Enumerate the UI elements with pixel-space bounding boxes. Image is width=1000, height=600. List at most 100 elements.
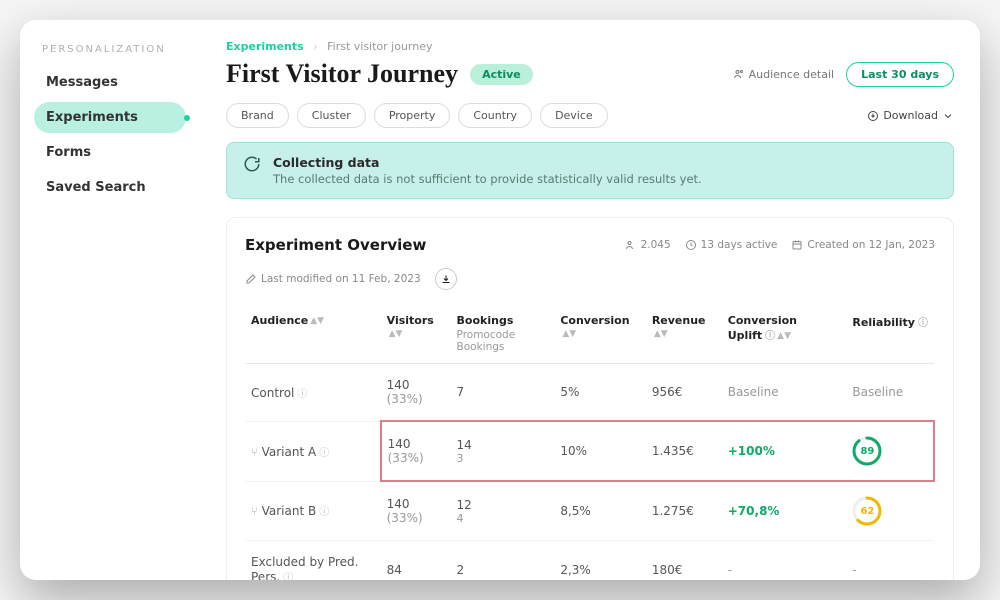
filter-chip-device[interactable]: Device xyxy=(540,103,608,128)
cell-revenue: 180€ xyxy=(646,541,722,581)
loading-icon xyxy=(243,155,261,173)
help-icon: ⓘ xyxy=(765,331,775,342)
active-dot-icon xyxy=(184,115,190,121)
cell-conversion: 8,5% xyxy=(554,481,645,541)
sort-icon: ▲▼ xyxy=(777,334,791,339)
audience-name: Excluded by Pred. Pers. xyxy=(251,555,358,580)
filter-chip-property[interactable]: Property xyxy=(374,103,451,128)
download-button[interactable]: Download xyxy=(867,109,954,122)
col-audience[interactable]: Audience▲▼ xyxy=(245,304,381,364)
breadcrumb-sep: › xyxy=(313,40,317,53)
cell-uplift: +100% xyxy=(722,421,847,481)
cell-uplift: - xyxy=(722,541,847,581)
info-banner: Collecting data The collected data is no… xyxy=(226,142,954,199)
col-visitors[interactable]: Visitors▲▼ xyxy=(381,304,451,364)
table-header-row: Audience▲▼ Visitors▲▼ BookingsPromocode … xyxy=(245,304,934,364)
reliability-ring: 89 xyxy=(852,436,882,466)
sidebar-item-label: Forms xyxy=(46,145,91,160)
cell-audience: Controlⓘ xyxy=(245,364,381,422)
table-row: ⑂Variant Bⓘ140 (33%)1248,5%1.275€+70,8%6… xyxy=(245,481,934,541)
meta-days: 13 days active xyxy=(685,239,778,251)
main-content: Experiments › First visitor journey Firs… xyxy=(200,20,980,580)
help-icon[interactable]: ⓘ xyxy=(297,389,307,400)
cell-reliability: Baseline xyxy=(846,364,934,422)
col-reliability[interactable]: Reliabilityⓘ xyxy=(846,304,934,364)
cell-revenue: 956€ xyxy=(646,364,722,422)
cell-audience: ⑂ Variant Aⓘ xyxy=(245,421,381,481)
download-arrow-icon xyxy=(440,273,452,285)
breadcrumb-root[interactable]: Experiments xyxy=(226,40,304,53)
breadcrumb-current: First visitor journey xyxy=(327,40,432,53)
cell-uplift: +70,8% xyxy=(722,481,847,541)
cell-revenue: 1.275€ xyxy=(646,481,722,541)
cell-reliability: 62 xyxy=(846,481,934,541)
sidebar: PERSONALIZATION Messages Experiments For… xyxy=(20,20,200,580)
meta-created: Created on 12 Jan, 2023 xyxy=(791,239,935,251)
overview-card: Experiment Overview 2.045 13 days active… xyxy=(226,217,954,580)
audience-name: Variant A xyxy=(262,445,317,459)
table-row: Controlⓘ140 (33%)75%956€BaselineBaseline xyxy=(245,364,934,422)
banner-title: Collecting data xyxy=(273,155,702,170)
col-revenue[interactable]: Revenue▲▼ xyxy=(646,304,722,364)
sidebar-item-messages[interactable]: Messages xyxy=(34,67,186,98)
help-icon[interactable]: ⓘ xyxy=(319,507,329,518)
cell-reliability: - xyxy=(846,541,934,581)
col-bookings[interactable]: BookingsPromocode Bookings xyxy=(451,304,555,364)
reliability-ring: 62 xyxy=(852,496,882,526)
cell-visitors: 84 xyxy=(381,541,451,581)
cell-bookings: 2 xyxy=(451,541,555,581)
help-icon: ⓘ xyxy=(918,318,928,329)
help-icon[interactable]: ⓘ xyxy=(283,573,293,580)
results-table: Audience▲▼ Visitors▲▼ BookingsPromocode … xyxy=(245,304,935,580)
filter-chip-cluster[interactable]: Cluster xyxy=(297,103,366,128)
sort-icon: ▲▼ xyxy=(389,332,403,337)
cell-visitors: 140 (33%) xyxy=(381,481,451,541)
calendar-icon xyxy=(791,239,803,251)
status-badge: Active xyxy=(470,64,533,85)
audience-name: Control xyxy=(251,386,294,400)
audience-name: Variant B xyxy=(262,504,317,518)
table-row: ⑂Variant Aⓘ140 (33%)14310%1.435€+100%89 xyxy=(245,421,934,481)
sidebar-item-label: Saved Search xyxy=(46,180,146,195)
edit-icon xyxy=(245,273,257,285)
help-icon[interactable]: ⓘ xyxy=(319,448,329,459)
sort-icon: ▲▼ xyxy=(654,332,668,337)
audience-detail-link[interactable]: Audience detail xyxy=(733,68,835,81)
filter-chip-country[interactable]: Country xyxy=(458,103,532,128)
filter-chip-brand[interactable]: Brand xyxy=(226,103,289,128)
col-uplift[interactable]: Conversion Upliftⓘ▲▼ xyxy=(722,304,847,364)
breadcrumb: Experiments › First visitor journey xyxy=(226,40,954,53)
col-conversion[interactable]: Conversion▲▼ xyxy=(554,304,645,364)
page-title: First Visitor Journey xyxy=(226,59,458,89)
cell-conversion: 2,3% xyxy=(554,541,645,581)
cell-bookings: 7 xyxy=(451,364,555,422)
table-row: Excluded by Pred. Pers.ⓘ8422,3%180€-- xyxy=(245,541,934,581)
cell-audience: ⑂ Variant Bⓘ xyxy=(245,481,381,541)
cell-revenue: 1.435€ xyxy=(646,421,722,481)
branch-icon: ⑂ xyxy=(251,446,258,459)
sidebar-item-label: Messages xyxy=(46,75,118,90)
meta-modified: Last modified on 11 Feb, 2023 xyxy=(245,273,421,285)
clock-icon xyxy=(685,239,697,251)
sidebar-heading: PERSONALIZATION xyxy=(42,44,178,55)
cell-bookings: 143 xyxy=(451,421,555,481)
date-range-button[interactable]: Last 30 days xyxy=(846,62,954,87)
sidebar-item-saved-search[interactable]: Saved Search xyxy=(34,172,186,203)
export-button[interactable] xyxy=(435,268,457,290)
audience-icon xyxy=(733,68,745,80)
sort-icon: ▲▼ xyxy=(310,319,324,324)
cell-reliability: 89 xyxy=(846,421,934,481)
sidebar-item-experiments[interactable]: Experiments xyxy=(34,102,186,133)
cell-visitors: 140 (33%) xyxy=(381,421,451,481)
cell-visitors: 140 (33%) xyxy=(381,364,451,422)
download-label: Download xyxy=(883,109,938,122)
sidebar-item-forms[interactable]: Forms xyxy=(34,137,186,168)
users-icon xyxy=(625,239,637,251)
audience-detail-label: Audience detail xyxy=(749,68,835,81)
cell-conversion: 5% xyxy=(554,364,645,422)
chevron-down-icon xyxy=(942,110,954,122)
branch-icon: ⑂ xyxy=(251,505,258,518)
meta-audience: 2.045 xyxy=(625,239,671,251)
sort-icon: ▲▼ xyxy=(562,332,576,337)
download-icon xyxy=(867,110,879,122)
